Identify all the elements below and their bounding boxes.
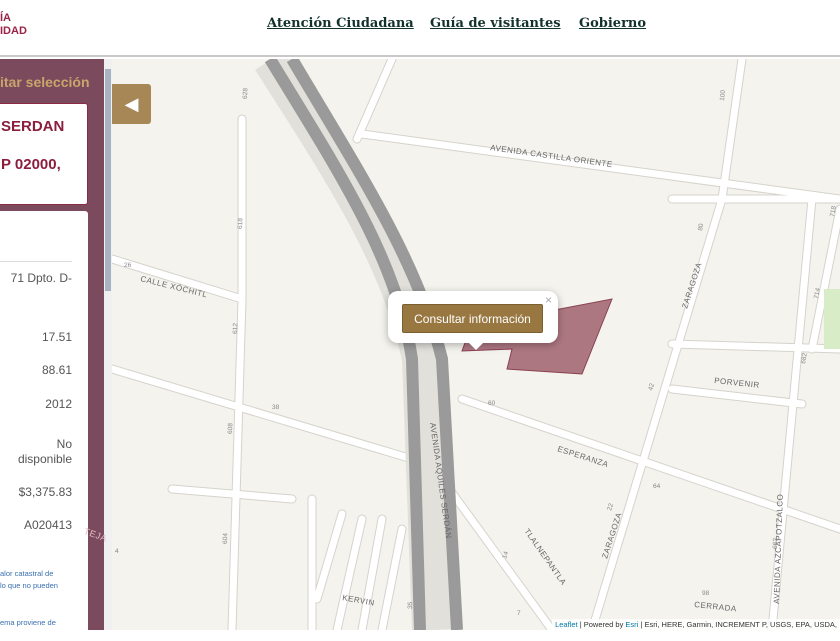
house-number: 26 (124, 262, 132, 269)
address-line: SERDAN (1, 118, 65, 135)
address-card: SERDAN P 02000, (0, 103, 88, 205)
nav-atencion-ciudadana[interactable]: Atención Ciudadana (267, 16, 414, 31)
nav-gobierno[interactable]: Gobierno (579, 16, 646, 31)
house-number: 662 (772, 538, 779, 549)
clear-selection-link[interactable]: itar selección (0, 74, 90, 90)
nav-guia-visitantes[interactable]: Guía de visitantes (430, 16, 561, 31)
value-row: $3,375.83 (18, 485, 72, 499)
house-number: 612 (232, 323, 239, 334)
close-icon[interactable]: × (545, 293, 552, 307)
note-text: alor catastral de lo que no pueden (0, 568, 58, 592)
sidebar-panel: itar selección SERDAN P 02000, 71 Dpto. … (0, 59, 104, 641)
map-attribution: Leaflet | Powered by Esri | Esri, HERE, … (552, 619, 840, 630)
note-line: alor catastral de (0, 569, 54, 578)
note-text: ema proviene de (0, 618, 56, 627)
house-number: 14 (501, 550, 510, 559)
esri-link[interactable]: Esri (625, 620, 638, 629)
house-number: 98 (702, 590, 710, 597)
house-number: 35 (407, 601, 414, 609)
logo-line: ÍA (0, 12, 11, 24)
triangle-left-icon: ◀ (124, 93, 139, 114)
attribution-text: | Esri, HERE, Garmin, INCREMENT P, USGS,… (638, 620, 837, 629)
house-number: 22 (606, 502, 615, 511)
header: ÍA IDAD Atención Ciudadana Guía de visita… (0, 0, 840, 57)
row-partial: 71 Dpto. D- (10, 271, 72, 285)
house-number: 38 (272, 404, 280, 411)
logo[interactable]: ÍA IDAD (0, 12, 27, 38)
house-number: 80 (697, 223, 705, 232)
house-number: 42 (647, 382, 656, 391)
house-number: 604 (222, 533, 229, 544)
collapse-panel-button[interactable]: ◀ (112, 84, 151, 124)
street-label: PORVENIR (714, 376, 760, 390)
value-row: 17.51 (41, 330, 72, 344)
address-line: P 02000, (1, 156, 61, 173)
value-row: 88.61 (41, 363, 72, 377)
house-number: 682 (800, 352, 809, 364)
value-row: 2012 (45, 397, 72, 411)
house-number: 628 (242, 88, 249, 99)
note-line: lo que no pueden (0, 581, 58, 590)
details-card: 71 Dpto. D- 17.51 88.61 2012 No disponib… (0, 211, 88, 641)
scrollbar-thumb[interactable] (105, 69, 111, 291)
house-number: 618 (237, 218, 244, 229)
house-number: 60 (488, 400, 496, 407)
house-number: 4 (115, 548, 119, 555)
value-row: A020413 (23, 518, 72, 532)
house-number: 7 (517, 610, 521, 617)
sidebar-scrollbar[interactable] (104, 59, 112, 630)
house-number: 608 (227, 423, 234, 434)
house-number: 100 (719, 89, 727, 101)
park-area (824, 289, 840, 349)
house-number: 64 (653, 483, 661, 490)
street-label: CERRADA (694, 600, 737, 613)
map[interactable]: AVENIDA CASTILLA ORIENTE CALLE XÓCHITL P… (112, 59, 840, 630)
attribution-text: | Powered by (577, 620, 626, 629)
leaflet-link[interactable]: Leaflet (555, 620, 578, 629)
map-popup: Consultar información × (388, 291, 558, 350)
logo-line: IDAD (0, 25, 27, 37)
street-label: TLALNEPANTLA (522, 527, 568, 587)
value-row: No disponible (17, 437, 72, 466)
divider (0, 261, 72, 262)
consult-info-button[interactable]: Consultar información (402, 304, 543, 333)
